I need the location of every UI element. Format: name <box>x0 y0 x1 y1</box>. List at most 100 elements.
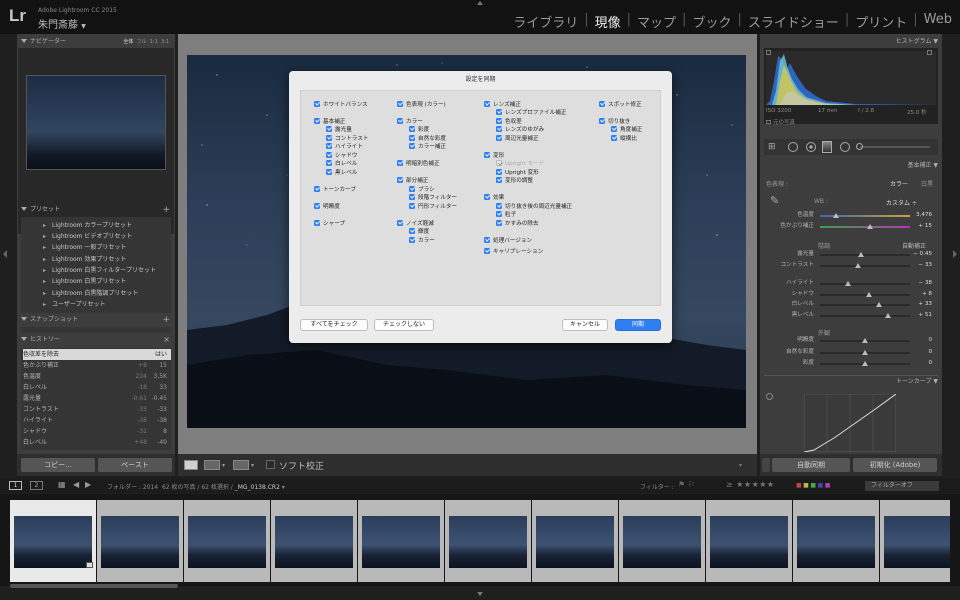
checkbox-saturation[interactable]: 彩度 <box>409 125 429 134</box>
checkbox-tone-curve[interactable]: トーンカーブ <box>314 185 356 194</box>
checkbox-straighten-angle[interactable]: 角度補正 <box>611 125 642 134</box>
filter-preset-select[interactable]: フィルターオフ <box>865 481 939 491</box>
slider-value[interactable]: 0 <box>928 348 932 357</box>
slider-value[interactable]: − 33 <box>918 261 932 270</box>
bottom-panel-toggle-icon[interactable] <box>477 592 483 596</box>
snapshot-header[interactable]: スナップショット + <box>17 314 175 326</box>
check-all-button[interactable]: すべてをチェック <box>300 319 368 331</box>
preset-folder[interactable]: Lightroom 効果プリセット <box>43 254 126 263</box>
history-header[interactable]: ヒストリー × <box>17 334 175 346</box>
preset-folder[interactable]: Lightroom 一般プリセット <box>43 242 126 251</box>
slider-handle[interactable] <box>876 301 883 307</box>
checkbox-contrast[interactable]: コントラスト <box>326 134 368 143</box>
checkbox-dehaze[interactable]: かすみの除去 <box>496 219 539 228</box>
navigator-preview[interactable] <box>26 75 166 170</box>
checkbox-transform[interactable]: 変形 <box>484 151 504 160</box>
checkbox-upright-mode[interactable]: Upright モード <box>496 159 544 168</box>
radial-filter-icon[interactable] <box>840 142 850 152</box>
dropdown-arrow-icon[interactable]: ▾ <box>251 462 254 469</box>
red-eye-icon[interactable] <box>806 142 816 152</box>
add-snapshot-icon[interactable]: + <box>162 314 170 326</box>
module-slideshow[interactable]: スライドショー <box>748 12 839 31</box>
top-panel-toggle-icon[interactable] <box>477 1 483 5</box>
slider-handle[interactable] <box>865 291 872 297</box>
module-book[interactable]: ブック <box>692 12 731 31</box>
slider-row[interactable]: 露光量 − 0.45 <box>764 250 938 259</box>
auto-sync-button[interactable]: 自動同期 <box>772 458 850 472</box>
grid-view-icon[interactable]: ▦ <box>58 480 66 489</box>
preset-folder[interactable]: ユーザープリセット <box>43 299 106 308</box>
checkbox-calibration[interactable]: キャリブレーション <box>484 247 543 256</box>
crop-tool-icon[interactable]: ⊞ <box>768 142 776 152</box>
color-label-filter[interactable]: ■■■■■ <box>796 482 832 489</box>
synchronize-button[interactable]: 同期 <box>615 319 661 331</box>
clear-history-icon[interactable]: × <box>163 334 170 346</box>
preset-folder[interactable]: Lightroom 白黒プリセット <box>43 276 126 285</box>
module-library[interactable]: ライブラリ <box>513 12 578 31</box>
slider-handle[interactable] <box>844 280 851 286</box>
checkbox-color[interactable]: カラー <box>397 117 423 126</box>
highlight-clipping-icon[interactable] <box>927 50 932 55</box>
checkbox-clarity[interactable]: 明瞭度 <box>314 202 340 211</box>
history-row[interactable]: 白レベル -18 33 <box>23 382 171 393</box>
slider-handle[interactable] <box>858 251 865 257</box>
slider-row[interactable]: 色かぶり補正 + 15 <box>764 222 938 231</box>
presets-header[interactable]: プリセット + <box>17 204 175 216</box>
checkbox-highlights[interactable]: ハイライト <box>326 142 363 151</box>
preset-folder[interactable]: Lightroom 白黒階調プリセット <box>43 288 138 297</box>
filmstrip-thumb[interactable] <box>706 500 792 582</box>
checkbox-post-crop-vignetting[interactable]: 切り抜き後の周辺光量補正 <box>496 202 572 211</box>
slider-row[interactable]: 自然な彩度 0 <box>764 348 938 357</box>
original-photo-toggle[interactable]: 元の写真 <box>766 118 795 126</box>
before-after-icon[interactable] <box>204 460 220 470</box>
slider-value[interactable]: + 8 <box>922 290 932 299</box>
slider-handle[interactable] <box>854 262 861 268</box>
dropdown-arrow-icon[interactable]: ▾ <box>222 462 225 469</box>
checkbox-color-adjustments[interactable]: カラー補正 <box>409 142 446 151</box>
paste-button[interactable]: ペースト <box>98 458 172 472</box>
filmstrip-thumb[interactable] <box>358 500 444 582</box>
slider-row[interactable]: 明瞭度 0 <box>764 336 938 345</box>
checkbox-color-noise[interactable]: カラー <box>409 236 435 245</box>
slider-value[interactable]: + 15 <box>918 222 932 231</box>
module-develop[interactable]: 現像 <box>595 12 621 31</box>
tone-curve-header[interactable]: トーンカーブ ▼ <box>760 376 942 388</box>
checkbox-blacks[interactable]: 黒レベル <box>326 168 357 177</box>
copy-button[interactable]: コピー... <box>21 458 95 472</box>
slider-handle[interactable] <box>884 312 891 318</box>
filmstrip-thumb[interactable] <box>880 500 950 582</box>
history-row[interactable]: 露光量 -0.61 -0.45 <box>23 393 171 404</box>
slider-value[interactable]: 0 <box>928 359 932 368</box>
slider-track[interactable] <box>820 265 910 267</box>
window-2-button[interactable]: 2 <box>30 481 43 490</box>
filmstrip-thumb[interactable] <box>271 500 357 582</box>
left-panel-toggle-icon[interactable] <box>3 250 7 258</box>
slider-row[interactable]: ハイライト − 38 <box>764 279 938 288</box>
brush-slider[interactable] <box>860 146 930 148</box>
module-print[interactable]: プリント <box>855 12 907 31</box>
history-row[interactable]: 色温度 224 3,5K <box>23 371 171 382</box>
checkbox-treatment-color[interactable]: 色表現 (カラー) <box>397 100 446 109</box>
slider-handle[interactable] <box>862 349 868 355</box>
treatment-color[interactable]: カラー <box>890 179 908 188</box>
history-row[interactable]: コントラスト -33 -33 <box>23 404 171 415</box>
slider-handle[interactable] <box>862 360 868 366</box>
filmstrip-thumb[interactable] <box>619 500 705 582</box>
slider-row[interactable]: 白レベル + 33 <box>764 300 938 309</box>
history-row[interactable]: 白レベル +48 -49 <box>23 437 171 448</box>
spot-removal-icon[interactable] <box>788 142 798 152</box>
filmstrip-thumb[interactable] <box>184 500 270 582</box>
module-map[interactable]: マップ <box>637 12 676 31</box>
checkbox-upright-transforms[interactable]: Upright 変形 <box>496 168 539 177</box>
slider-handle[interactable] <box>862 337 868 343</box>
checkbox-spot-removal[interactable]: スポット修正 <box>599 100 642 109</box>
basic-header[interactable]: 基本補正 ▼ <box>760 160 942 172</box>
preset-folder[interactable]: Lightroom 白黒フィルタープリセット <box>43 265 156 274</box>
back-arrow-icon[interactable]: ◀ <box>73 480 79 489</box>
shadow-clipping-icon[interactable] <box>766 50 771 55</box>
checkbox-shadows[interactable]: シャドウ <box>326 151 357 160</box>
loupe-view-icon[interactable] <box>184 460 198 470</box>
checkbox-transform-adjustments[interactable]: 変形の調整 <box>496 176 533 185</box>
add-preset-icon[interactable]: + <box>162 204 170 216</box>
checkbox-grain[interactable]: 粒子 <box>496 210 516 219</box>
